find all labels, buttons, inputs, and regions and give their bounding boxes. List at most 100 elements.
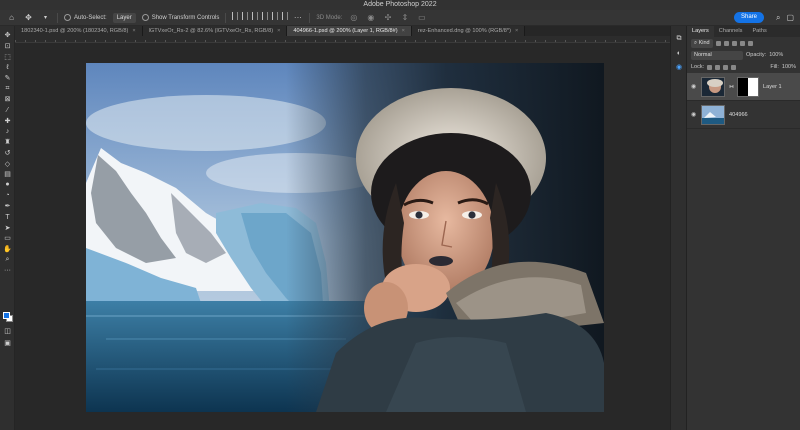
canvas-workspace[interactable]: [15, 43, 670, 430]
layer-row-layer-1[interactable]: ◉ ⧓ Layer 1: [687, 73, 800, 101]
learn-panel-icon[interactable]: ◉: [671, 60, 687, 74]
history-panel-icon[interactable]: ⧉: [671, 32, 687, 46]
auto-select-dropdown[interactable]: Layer: [112, 12, 136, 23]
link-icon[interactable]: ⧓: [729, 84, 734, 90]
eye-icon[interactable]: ◉: [691, 111, 697, 118]
foreground-color-swatch[interactable]: [3, 312, 10, 319]
app-title: Adobe Photoshop 2022: [363, 1, 437, 8]
lock-label: Lock:: [691, 64, 705, 70]
lock-paint-icon[interactable]: [715, 64, 721, 70]
tab-channels[interactable]: Channels: [714, 26, 748, 37]
pixel-filter-icon[interactable]: [715, 40, 721, 46]
tab-document-3[interactable]: 404966-1.psd @ 200% (Layer 1, RGB/8#) ×: [287, 26, 412, 36]
3d-pan-icon[interactable]: ✣: [382, 12, 393, 23]
workspace-icon[interactable]: ▢: [786, 12, 794, 23]
layer-mask-thumbnail[interactable]: [737, 76, 759, 97]
pen-icon[interactable]: ✒: [0, 201, 15, 212]
lasso-icon[interactable]: ℓ: [0, 62, 15, 73]
type-filter-icon[interactable]: [731, 40, 737, 46]
layers-panel: Layers Channels Paths ⌕ Kind Normal Opac…: [686, 26, 800, 430]
shape-filter-icon[interactable]: [739, 40, 745, 46]
history-brush-icon[interactable]: ↺: [0, 148, 15, 159]
healing-icon[interactable]: ✚: [0, 116, 15, 127]
layer-row-404966[interactable]: ◉ 404966: [687, 101, 800, 129]
share-button[interactable]: Share: [733, 12, 764, 23]
screen-mode-icon[interactable]: ▣: [0, 338, 15, 349]
layer-name[interactable]: Layer 1: [763, 84, 782, 90]
blend-opacity-row: Normal Opacity: 100%: [687, 49, 800, 61]
eyedropper-icon[interactable]: ⁄: [0, 105, 15, 116]
tab-paths[interactable]: Paths: [747, 26, 771, 37]
lock-pixels-icon[interactable]: [707, 64, 713, 70]
align-buttons: ···: [232, 12, 303, 23]
move-tool-icon[interactable]: ✥: [23, 12, 34, 23]
frame-icon[interactable]: ⊠: [0, 94, 15, 105]
align-middle-icon[interactable]: [272, 12, 279, 20]
path-select-icon[interactable]: ➤: [0, 222, 15, 233]
document-canvas[interactable]: [86, 63, 604, 412]
divider: [309, 12, 311, 23]
quick-mask-icon[interactable]: ◫: [0, 326, 15, 337]
more-icon[interactable]: ···: [0, 265, 15, 276]
home-icon[interactable]: ⌂: [6, 12, 17, 23]
rectangle-icon[interactable]: ▭: [0, 233, 15, 244]
layer-1-thumbnail-image: [702, 77, 724, 96]
adjustment-filter-icon[interactable]: [723, 40, 729, 46]
3d-roll-icon[interactable]: ◉: [365, 12, 376, 23]
quick-select-icon[interactable]: ✎: [0, 73, 15, 84]
zoom-icon[interactable]: ⌕: [0, 254, 15, 265]
close-icon[interactable]: ×: [132, 28, 135, 34]
chevron-down-icon[interactable]: ▾: [40, 12, 51, 23]
smart-object-filter-icon[interactable]: [747, 40, 753, 46]
auto-select-label: Auto-Select:: [74, 14, 107, 21]
align-top-icon[interactable]: [262, 12, 269, 20]
tab-document-1[interactable]: 1802340-1.psd @ 200% (1802340, RGB/8) ×: [15, 26, 143, 36]
opacity-value[interactable]: 100%: [769, 52, 783, 58]
kind-filter-dropdown[interactable]: ⌕ Kind: [691, 38, 713, 48]
crop-icon[interactable]: ⌗: [0, 83, 15, 94]
close-icon[interactable]: ×: [402, 28, 405, 34]
stamp-icon[interactable]: ♜: [0, 137, 15, 148]
type-icon[interactable]: T: [0, 212, 15, 223]
3d-orbit-icon[interactable]: ◎: [348, 12, 359, 23]
tab-document-2[interactable]: lGTVxeOr_Rs-2 @ 82.6% (lGTVxeOr_Rs, RGB/…: [142, 26, 288, 36]
3d-video-icon[interactable]: ▭: [416, 12, 427, 23]
marquee-icon[interactable]: ⬚: [0, 51, 15, 62]
more-options-icon[interactable]: ···: [292, 12, 303, 23]
align-right-icon[interactable]: [252, 12, 259, 20]
checkbox-icon: [64, 14, 71, 21]
lock-position-icon[interactable]: [723, 64, 729, 70]
close-icon[interactable]: ×: [277, 28, 280, 34]
align-center-icon[interactable]: [242, 12, 249, 20]
close-icon[interactable]: ×: [515, 28, 518, 34]
fill-label: Fill:: [770, 64, 779, 70]
transform-controls-checkbox[interactable]: Show Transform Controls: [141, 14, 219, 21]
3d-slide-icon[interactable]: ⇕: [399, 12, 410, 23]
adjustments-panel-icon[interactable]: ◐: [671, 46, 687, 60]
ruler-horizontal[interactable]: [15, 36, 670, 43]
dodge-icon[interactable]: ◔: [0, 190, 15, 201]
auto-select-checkbox[interactable]: Auto-Select:: [64, 14, 107, 21]
fill-value[interactable]: 100%: [782, 64, 796, 70]
kind-filter-label: Kind: [698, 39, 710, 46]
tab-layers[interactable]: Layers: [687, 26, 714, 37]
layer-thumbnail[interactable]: [701, 76, 725, 97]
move-icon[interactable]: ✥: [0, 30, 15, 41]
hand-icon[interactable]: ✋: [0, 244, 15, 255]
search-icon[interactable]: ⌕: [776, 12, 780, 23]
blur-icon[interactable]: ●: [0, 180, 15, 191]
top-right-icons: ⌕ ▢: [776, 12, 794, 23]
blend-mode-dropdown[interactable]: Normal: [691, 50, 743, 60]
eraser-icon[interactable]: ◇: [0, 158, 15, 169]
lock-all-icon[interactable]: [731, 64, 737, 70]
gradient-icon[interactable]: ▤: [0, 169, 15, 180]
align-left-icon[interactable]: [232, 12, 239, 20]
align-bottom-icon[interactable]: [282, 12, 289, 20]
artboard-icon[interactable]: ⊡: [0, 41, 15, 52]
404966-thumbnail-image: [702, 105, 724, 124]
layer-thumbnail[interactable]: [701, 104, 725, 125]
brush-icon[interactable]: ♪: [0, 126, 15, 137]
layer-name[interactable]: 404966: [729, 112, 748, 118]
tab-document-4[interactable]: rez-Enhanced.dng @ 100% (RGB/8*) ×: [411, 26, 526, 36]
eye-icon[interactable]: ◉: [691, 83, 697, 90]
